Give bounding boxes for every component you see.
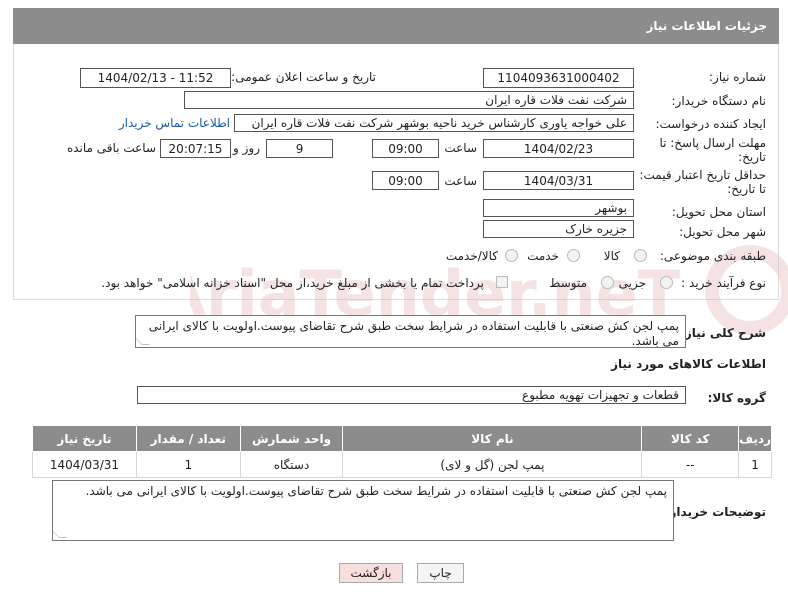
process-minor-radio[interactable] — [660, 276, 673, 289]
cell-qty: 1 — [135, 451, 241, 478]
process-medium-radio[interactable] — [601, 276, 614, 289]
cell-code: -- — [641, 451, 740, 478]
treasury-checkbox[interactable] — [496, 276, 508, 288]
buyer-notes-textarea[interactable]: پمپ لجن کش صنعتی با قابلیت استفاده در شر… — [52, 480, 674, 541]
creator-field: علی خواجه یاوری کارشناس خرید ناحیه بوشهر… — [234, 114, 634, 132]
description-textarea[interactable]: پمپ لجن کش صنعتی با قابلیت استفاده در شر… — [135, 315, 686, 348]
remaining-time-field: 20:07:15 — [160, 139, 231, 158]
col-header-row-num: ردیف — [738, 425, 772, 452]
price-validity-time-label: ساعت — [444, 174, 477, 188]
category-service-radio[interactable] — [567, 249, 580, 262]
remaining-time-label: ساعت باقی مانده — [66, 141, 156, 155]
creator-label: ایجاد کننده درخواست: — [655, 117, 766, 131]
reply-time-field: 09:00 — [372, 139, 439, 158]
resize-handle-icon[interactable] — [136, 337, 150, 345]
category-both-radio[interactable] — [505, 249, 518, 262]
category-both-label: کالا/خدمت — [445, 249, 498, 263]
announce-label: تاریخ و ساعت اعلان عمومی: — [231, 70, 376, 84]
process-medium-label: متوسط — [549, 276, 587, 290]
goods-group-label: گروه کالا: — [707, 391, 766, 405]
need-number-label: شماره نیاز: — [709, 70, 766, 84]
city-field: جزیره خارک — [483, 220, 634, 238]
need-number-field: 1104093631000402 — [483, 68, 634, 88]
process-minor-label: جزیی — [618, 276, 646, 290]
col-header-code: کد کالا — [641, 425, 740, 452]
city-label: شهر محل تحویل: — [679, 225, 766, 239]
description-label: شرح کلی نیاز: — [680, 326, 766, 340]
description-text: پمپ لجن کش صنعتی با قابلیت استفاده در شر… — [148, 319, 679, 348]
price-validity-date-field: 1404/03/31 — [483, 171, 634, 190]
reply-deadline-label: مهلت ارسال پاسخ: تا — [659, 136, 766, 150]
col-header-qty: تعداد / مقدار — [135, 425, 241, 452]
buyer-org-label: نام دستگاه خریدار: — [671, 94, 767, 108]
category-service-label: خدمت — [527, 249, 559, 263]
announce-field: 1404/02/13 - 11:52 — [80, 68, 231, 88]
page-header: جزئیات اطلاعات نیاز — [13, 8, 779, 44]
reply-deadline-label-2: تاریخ: — [738, 150, 766, 164]
goods-group-field: قطعات و تجهیزات تهویه مطبوع — [137, 386, 686, 404]
price-validity-label-2: تا تاریخ: — [727, 182, 766, 196]
table-header-row: ردیف کد کالا نام کالا واحد شمارش تعداد /… — [32, 425, 772, 452]
page-title: جزئیات اطلاعات نیاز — [646, 19, 767, 33]
cell-date: 1404/03/31 — [32, 451, 137, 478]
goods-table: ردیف کد کالا نام کالا واحد شمارش تعداد /… — [32, 425, 772, 478]
buyer-notes-text: پمپ لجن کش صنعتی با قابلیت استفاده در شر… — [85, 484, 667, 498]
goods-section-title: اطلاعات کالاهای مورد نیاز — [611, 357, 766, 371]
buyer-org-field: شرکت نفت فلات قاره ایران — [184, 91, 634, 109]
process-label: نوع فرآیند خرید : — [681, 276, 766, 290]
reply-days-label: روز و — [233, 141, 260, 155]
cell-unit: دستگاه — [239, 451, 344, 478]
price-validity-time-field: 09:00 — [372, 171, 439, 190]
category-goods-label: کالا — [603, 249, 620, 263]
reply-date-field: 1404/02/23 — [483, 139, 634, 158]
treasury-note: پرداخت تمام یا بخشی از مبلغ خرید،از محل … — [101, 276, 484, 290]
back-button[interactable]: بازگشت — [339, 563, 403, 583]
reply-days-field: 9 — [266, 139, 333, 158]
table-row: 1 -- پمپ لجن (گل و لای) دستگاه 1 1404/03… — [32, 451, 772, 478]
reply-time-label: ساعت — [444, 141, 477, 155]
col-header-name: نام کالا — [342, 425, 643, 452]
category-goods-radio[interactable] — [634, 249, 647, 262]
province-field: بوشهر — [483, 199, 634, 217]
resize-handle-icon[interactable] — [53, 530, 67, 538]
cell-name: پمپ لجن (گل و لای) — [342, 451, 643, 478]
cell-row-num: 1 — [738, 451, 772, 478]
buyer-notes-label: توضیحات خریدار: — [664, 505, 766, 519]
province-label: استان محل تحویل: — [671, 205, 766, 219]
col-header-unit: واحد شمارش — [239, 425, 344, 452]
col-header-date: تاریخ نیاز — [32, 425, 137, 452]
buyer-contact-link[interactable]: اطلاعات تماس خریدار — [119, 116, 230, 130]
price-validity-label: حداقل تاریخ اعتبار قیمت: — [639, 168, 766, 182]
category-label: طبقه بندی موضوعی: — [659, 249, 766, 263]
print-button[interactable]: چاپ — [417, 563, 464, 583]
